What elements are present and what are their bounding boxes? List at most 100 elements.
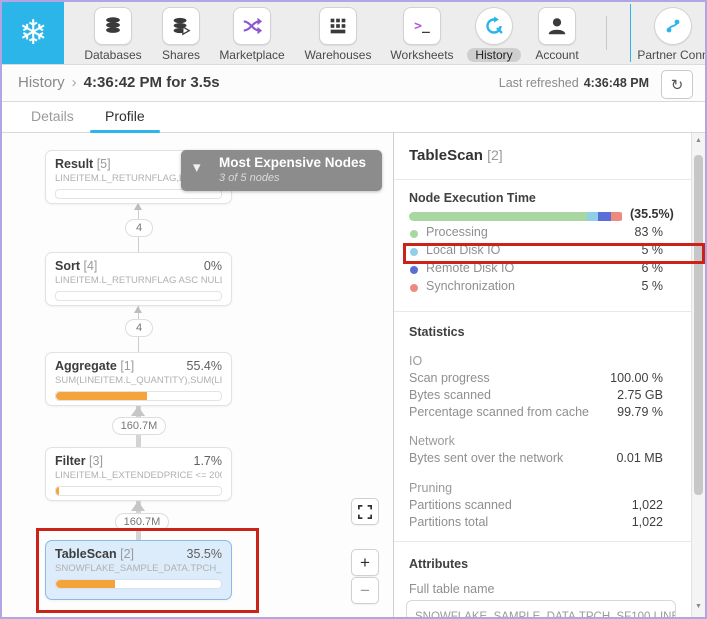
bar-segment-processing <box>409 212 588 221</box>
nav-label: Account <box>535 48 579 62</box>
legend-label: Local Disk IO <box>426 243 501 257</box>
snowflake-app-window: ❄ Databases Shares Marketplace Warehouse… <box>0 0 707 619</box>
nav-item-partner-connect[interactable]: Partner Conn <box>631 7 707 63</box>
plus-icon: + <box>360 552 370 572</box>
bar-segment-local-disk-io <box>587 212 599 221</box>
query-profile-canvas: 4 4 160.7M 160.7M Result [5] LINEITEM.L_… <box>2 133 393 617</box>
edge-rowcount-label: 4 <box>125 319 153 337</box>
nav-label: Worksheets <box>390 48 454 62</box>
page-header: History › 4:36:42 PM for 3.5s Last refresh… <box>2 65 705 102</box>
zoom-in-button[interactable]: + <box>351 549 379 576</box>
nav-label: Databases <box>84 48 142 62</box>
chevron-down-icon: ▾ <box>193 159 201 176</box>
tab-details[interactable]: Details <box>31 108 74 124</box>
most-expensive-nodes-title: Most Expensive Nodes <box>219 155 367 170</box>
edge-arrow <box>134 306 142 313</box>
stats-group-pruning: Pruning <box>409 481 453 495</box>
dag-node-aggregate[interactable]: Aggregate [1] 55.4% SUM(LINEITEM.L_QUANTI… <box>45 352 232 406</box>
refresh-icon: ↻ <box>670 75 684 94</box>
full-table-name-value: SNOWFLAKE_SAMPLE_DATA.TPCH_SF100.LINEITE… <box>406 600 676 617</box>
node-progress-bar <box>55 579 222 589</box>
fullscreen-icon <box>358 504 372 519</box>
nav-label: History <box>467 48 521 62</box>
legend-value: 6 % <box>641 261 663 275</box>
node-detail: LINEITEM.L_RETURNFLAG ASC NULLS LA... <box>55 275 222 286</box>
node-detail: LINEITEM.L_EXTENDEDPRICE <= 20000 <box>55 470 222 481</box>
detail-panel-title: TableScan [2] <box>409 147 503 164</box>
last-refreshed: Last refreshed 4:36:48 PM <box>498 76 649 90</box>
history-icon <box>486 16 503 34</box>
execution-time-bar <box>409 212 624 221</box>
breadcrumb-separator: › <box>71 74 77 91</box>
snowflake-logo[interactable]: ❄ <box>2 2 64 64</box>
execution-total-pct: (35.5%) <box>630 207 674 221</box>
breadcrumb-history-link[interactable]: History <box>18 74 65 91</box>
account-icon <box>548 18 566 35</box>
legend-label: Processing <box>426 225 488 239</box>
last-refreshed-time: 4:36:48 PM <box>583 76 649 90</box>
most-expensive-nodes-dropdown[interactable]: ▾ Most Expensive Nodes 3 of 5 nodes <box>181 150 382 191</box>
edge-rowcount-label: 160.7M <box>115 513 169 531</box>
execution-time-heading: Node Execution Time <box>409 191 536 205</box>
detail-panel-scrollbar[interactable]: ▲ ▼ <box>691 133 705 617</box>
nav-label: Shares <box>161 48 201 62</box>
scrollbar-thumb[interactable] <box>694 155 703 495</box>
nav-item-warehouses[interactable]: Warehouses <box>296 7 380 63</box>
dag-node-filter[interactable]: Filter [3] 1.7% LINEITEM.L_EXTENDEDPRICE … <box>45 447 232 501</box>
legend-dot-remote-disk-io <box>410 266 418 274</box>
node-detail-panel: TableScan [2] Node Execution Time (35.5%… <box>394 133 691 617</box>
tab-bar: Details Profile <box>2 102 705 133</box>
edge-arrow <box>131 501 145 511</box>
databases-icon <box>106 17 120 33</box>
warehouses-icon <box>330 18 346 34</box>
refresh-button[interactable]: ↻ <box>661 70 693 99</box>
nav-label: Warehouses <box>304 48 372 62</box>
legend-label: Remote Disk IO <box>426 261 515 275</box>
full-table-name-label: Full table name <box>409 582 495 596</box>
minus-icon: − <box>360 580 370 600</box>
zoom-out-button[interactable]: − <box>351 577 379 604</box>
edge-arrow <box>131 406 145 416</box>
bar-segment-remote-disk-io <box>598 212 612 221</box>
legend-dot-processing <box>410 230 418 238</box>
nav-label: Marketplace <box>219 48 285 62</box>
nav-item-marketplace[interactable]: Marketplace <box>210 7 294 63</box>
breadcrumb: History › 4:36:42 PM for 3.5s <box>18 74 220 91</box>
node-detail: SUM(LINEITEM.L_QUANTITY),SUM(LINEIT... <box>55 375 222 386</box>
shares-icon <box>173 17 191 36</box>
nav-label: Partner Conn <box>637 48 707 62</box>
fit-to-screen-button[interactable] <box>351 498 379 525</box>
statistics-heading: Statistics <box>409 325 465 339</box>
scroll-up-arrow[interactable]: ▲ <box>692 137 705 144</box>
legend-dot-local-disk-io <box>410 248 418 256</box>
most-expensive-nodes-subtitle: 3 of 5 nodes <box>219 172 280 184</box>
edge-rowcount-label: 160.7M <box>112 417 166 435</box>
attributes-heading: Attributes <box>409 557 469 571</box>
scroll-down-arrow[interactable]: ▼ <box>692 603 705 610</box>
breadcrumb-query-time: 4:36:42 PM for 3.5s <box>83 74 220 91</box>
nav-item-account[interactable]: Account <box>515 7 599 63</box>
nav-divider <box>606 16 607 50</box>
edge-rowcount-label: 4 <box>125 219 153 237</box>
dag-node-tablescan[interactable]: TableScan [2] 35.5% SNOWFLAKE_SAMPLE_DATA… <box>45 540 232 600</box>
legend-value: 5 % <box>641 279 663 293</box>
snowflake-icon: ❄ <box>18 13 48 53</box>
partner-connect-icon <box>666 19 680 33</box>
node-detail: SNOWFLAKE_SAMPLE_DATA.TPCH_SF100.... <box>55 563 222 574</box>
bar-segment-synchronization <box>611 212 622 221</box>
node-progress-bar <box>55 391 222 401</box>
legend-dot-synchronization <box>410 284 418 292</box>
edge-arrow <box>134 203 142 210</box>
legend-value: 83 % <box>634 225 664 239</box>
worksheets-icon: >_ <box>414 18 430 34</box>
node-progress-bar <box>55 291 222 301</box>
stats-group-io: IO <box>409 354 423 368</box>
top-nav: ❄ Databases Shares Marketplace Warehouse… <box>2 2 705 65</box>
node-progress-bar <box>55 486 222 496</box>
legend-label: Synchronization <box>426 279 515 293</box>
legend-value: 5 % <box>641 243 663 257</box>
dag-node-sort[interactable]: Sort [4] 0% LINEITEM.L_RETURNFLAG ASC NUL… <box>45 252 232 306</box>
tab-profile[interactable]: Profile <box>105 108 145 124</box>
stats-group-network: Network <box>409 434 455 448</box>
marketplace-icon <box>243 17 263 35</box>
